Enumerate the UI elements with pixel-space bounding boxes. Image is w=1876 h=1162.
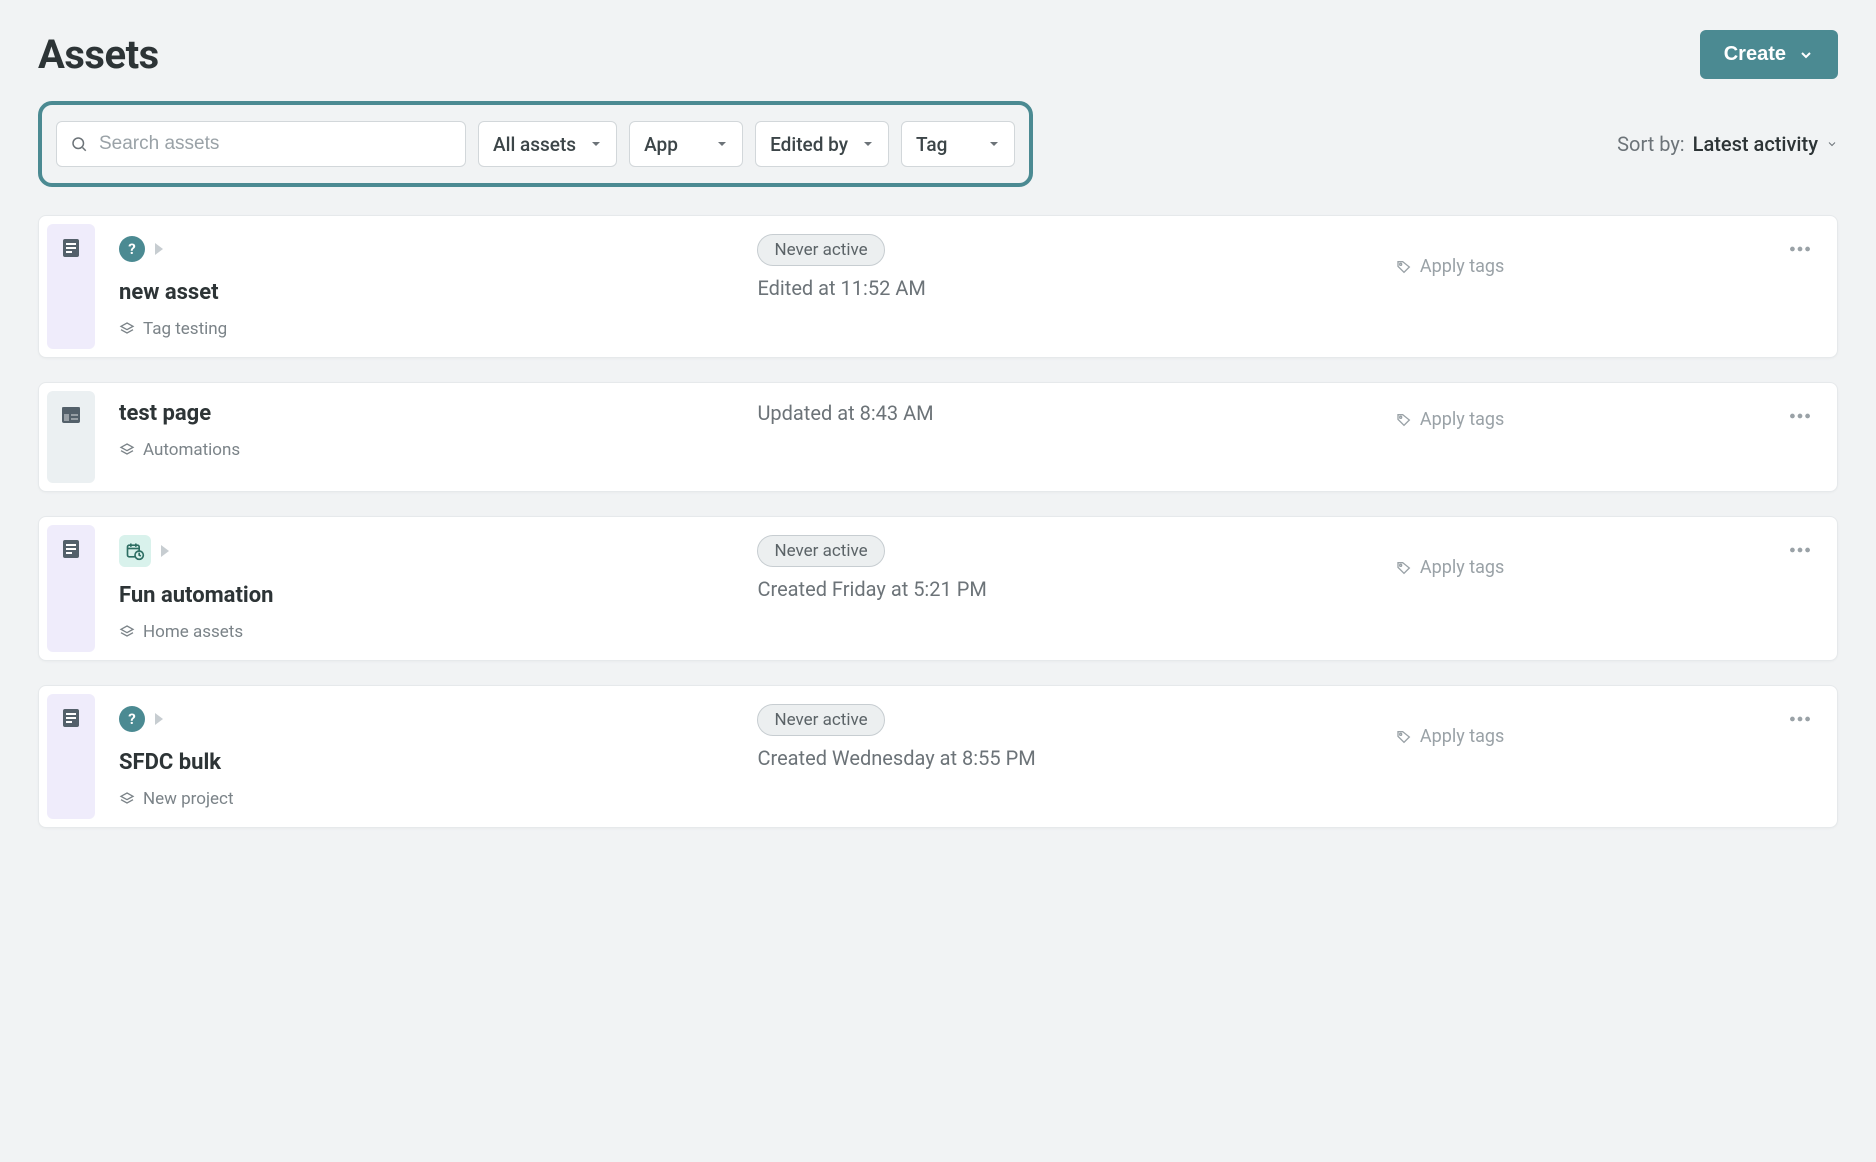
search-input[interactable]: [56, 121, 466, 167]
filter-edited-by[interactable]: Edited by: [755, 121, 889, 167]
asset-folder[interactable]: Home assets: [119, 622, 737, 642]
apply-tags-label: Apply tags: [1420, 557, 1504, 578]
expand-triangle-icon[interactable]: [155, 243, 163, 255]
filter-all-assets[interactable]: All assets: [478, 121, 617, 167]
caret-down-icon: [862, 138, 874, 150]
sort-by-label: Sort by:: [1617, 132, 1684, 156]
expand-triangle-icon[interactable]: [161, 545, 169, 557]
asset-folder[interactable]: New project: [119, 789, 737, 809]
filter-bar: All assets App Edited by Tag: [38, 101, 1033, 187]
more-menu-button[interactable]: [1787, 535, 1813, 563]
caret-down-icon: [988, 138, 1000, 150]
asset-timestamp: Updated at 8:43 AM: [757, 401, 1375, 425]
apply-tags-button[interactable]: Apply tags: [1396, 401, 1767, 430]
asset-folder[interactable]: Automations: [119, 440, 737, 460]
asset-timestamp: Edited at 11:52 AM: [757, 276, 1375, 300]
apply-tags-button[interactable]: Apply tags: [1396, 234, 1767, 277]
status-pill: Never active: [757, 535, 884, 567]
schedule-badge-icon: [119, 535, 151, 567]
asset-folder-label: Automations: [143, 440, 240, 460]
sort-by[interactable]: Sort by: Latest activity: [1617, 132, 1838, 156]
create-button-label: Create: [1724, 43, 1786, 66]
apply-tags-label: Apply tags: [1420, 409, 1504, 430]
caret-down-icon: [716, 138, 728, 150]
apply-tags-button[interactable]: Apply tags: [1396, 704, 1767, 747]
asset-folder-label: Tag testing: [143, 319, 227, 339]
apply-tags-label: Apply tags: [1420, 726, 1504, 747]
filter-tag-label: Tag: [916, 133, 947, 156]
filter-edited-by-label: Edited by: [770, 133, 848, 156]
help-badge-icon[interactable]: ?: [119, 236, 145, 262]
asset-title[interactable]: Fun automation: [119, 583, 737, 608]
asset-timestamp: Created Wednesday at 8:55 PM: [757, 746, 1375, 770]
asset-type-icon: [47, 694, 95, 819]
asset-card[interactable]: Fun automation Home assets Never active Cre…: [38, 516, 1838, 661]
asset-card[interactable]: test page Automations Updated at 8:43 AM Ap…: [38, 382, 1838, 492]
expand-triangle-icon[interactable]: [155, 713, 163, 725]
asset-folder[interactable]: Tag testing: [119, 319, 737, 339]
more-menu-button[interactable]: [1787, 234, 1813, 262]
asset-card[interactable]: ? new asset Tag testing Never active Edited …: [38, 215, 1838, 358]
filter-tag[interactable]: Tag: [901, 121, 1015, 167]
status-pill: Never active: [757, 704, 884, 736]
filter-all-assets-label: All assets: [493, 133, 576, 156]
chevron-down-icon: [1798, 47, 1814, 63]
help-badge-icon[interactable]: ?: [119, 706, 145, 732]
filter-app[interactable]: App: [629, 121, 743, 167]
sort-by-value: Latest activity: [1693, 132, 1818, 156]
filter-app-label: App: [644, 133, 678, 156]
asset-type-icon: [47, 525, 95, 652]
apply-tags-button[interactable]: Apply tags: [1396, 535, 1767, 578]
more-menu-button[interactable]: [1787, 704, 1813, 732]
asset-folder-label: Home assets: [143, 622, 243, 642]
asset-type-icon: [47, 391, 95, 483]
caret-down-icon: [590, 138, 602, 150]
asset-title[interactable]: new asset: [119, 280, 737, 305]
search-icon: [70, 135, 88, 153]
asset-card[interactable]: ? SFDC bulk New project Never active Created…: [38, 685, 1838, 828]
asset-type-icon: [47, 224, 95, 349]
asset-timestamp: Created Friday at 5:21 PM: [757, 577, 1375, 601]
asset-title[interactable]: test page: [119, 401, 737, 426]
asset-folder-label: New project: [143, 789, 234, 809]
page-title: Assets: [38, 31, 159, 78]
asset-title[interactable]: SFDC bulk: [119, 750, 737, 775]
apply-tags-label: Apply tags: [1420, 256, 1504, 277]
more-menu-button[interactable]: [1787, 401, 1813, 429]
chevron-down-icon: [1826, 138, 1838, 150]
status-pill: Never active: [757, 234, 884, 266]
create-button[interactable]: Create: [1700, 30, 1838, 79]
